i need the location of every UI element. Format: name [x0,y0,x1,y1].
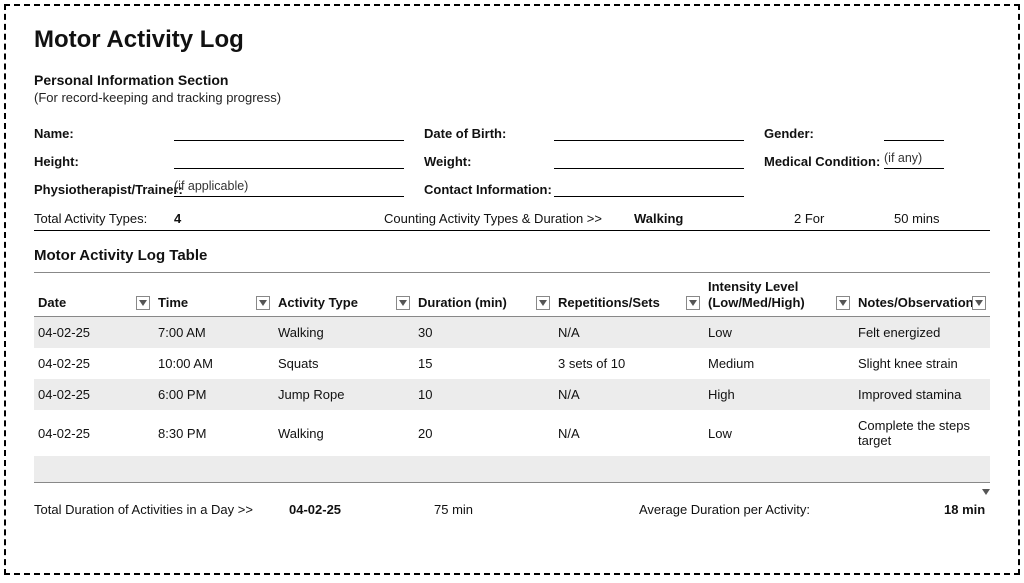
cell-intensity: Low [704,410,854,456]
cell-type: Walking [274,317,414,349]
personal-section-title: Personal Information Section [34,72,990,88]
name-field[interactable] [174,123,404,141]
total-types-value: 4 [174,211,384,226]
cell-notes: Slight knee strain [854,348,990,379]
contact-label: Contact Information: [424,182,554,197]
summary-activity-name: Walking [634,211,794,226]
cell-time: 6:00 PM [154,379,274,410]
total-duration-date: 04-02-25 [289,502,434,517]
height-field[interactable] [174,151,404,169]
avg-duration-label: Average Duration per Activity: [639,502,944,517]
filter-button-duration[interactable] [536,296,550,310]
counting-label: Counting Activity Types & Duration >> [384,211,634,226]
summary-activity-count: 2 For [794,211,894,226]
contact-field[interactable] [554,179,744,197]
cell-notes: Complete the steps target [854,410,990,456]
gender-field[interactable] [884,123,944,141]
cell-reps: N/A [554,410,704,456]
table-section-title: Motor Activity Log Table [34,247,990,264]
filter-button-type[interactable] [396,296,410,310]
cell-time: 7:00 AM [154,317,274,349]
cell-type: Walking [274,410,414,456]
activity-log-table: Date Time Activity Type Duration (min) R… [34,272,990,482]
cell-notes: Felt energized [854,317,990,349]
personal-info-grid: Name: Date of Birth: Gender: Height: Wei… [34,123,990,197]
table-row: 04-02-25 10:00 AM Squats 15 3 sets of 10… [34,348,990,379]
total-duration-value: 75 min [434,502,639,517]
page-title: Motor Activity Log [34,26,990,54]
filter-button-notes[interactable] [972,296,986,310]
cell-date: 04-02-25 [34,379,154,410]
table-row: 04-02-25 8:30 PM Walking 20 N/A Low Comp… [34,410,990,456]
cell-reps: 3 sets of 10 [554,348,704,379]
cell-intensity: Medium [704,348,854,379]
summary-activity-duration: 50 mins [894,211,940,226]
filter-button-time[interactable] [256,296,270,310]
col-date: Date [34,273,154,317]
weight-label: Weight: [424,154,554,169]
cell-duration: 15 [414,348,554,379]
table-row-blank [34,456,990,482]
col-intensity: Intensity Level (Low/Med/High) [704,273,854,317]
col-type: Activity Type [274,273,414,317]
total-duration-label: Total Duration of Activities in a Day >> [34,502,289,517]
col-reps: Repetitions/Sets [554,273,704,317]
document-page: Motor Activity Log Personal Information … [4,4,1020,575]
physio-label: Physiotherapist/Trainer: [34,182,174,197]
cell-duration: 20 [414,410,554,456]
filter-button-intensity[interactable] [836,296,850,310]
cell-date: 04-02-25 [34,410,154,456]
cell-duration: 30 [414,317,554,349]
weight-field[interactable] [554,151,744,169]
col-notes: Notes/Observations [854,273,990,317]
height-label: Height: [34,154,174,169]
filter-button-reps[interactable] [686,296,700,310]
cell-date: 04-02-25 [34,348,154,379]
filter-button-date[interactable] [136,296,150,310]
cell-time: 8:30 PM [154,410,274,456]
cell-notes: Improved stamina [854,379,990,410]
col-duration: Duration (min) [414,273,554,317]
gender-label: Gender: [764,126,884,141]
col-time: Time [154,273,274,317]
table-row: 04-02-25 6:00 PM Jump Rope 10 N/A High I… [34,379,990,410]
totals-row: Total Duration of Activities in a Day >>… [34,498,990,517]
cell-type: Jump Rope [274,379,414,410]
table-end-divider [34,482,990,488]
dob-field[interactable] [554,123,744,141]
cell-date: 04-02-25 [34,317,154,349]
cell-reps: N/A [554,317,704,349]
cell-intensity: Low [704,317,854,349]
resize-handle-icon [982,483,990,498]
table-row: 04-02-25 7:00 AM Walking 30 N/A Low Felt… [34,317,990,349]
avg-duration-value: 18 min [944,502,985,517]
medcond-field[interactable]: (if any) [884,151,944,169]
dob-label: Date of Birth: [424,126,554,141]
personal-section-subtitle: (For record-keeping and tracking progres… [34,90,990,105]
cell-time: 10:00 AM [154,348,274,379]
cell-type: Squats [274,348,414,379]
summary-row: Total Activity Types: 4 Counting Activit… [34,205,990,231]
cell-reps: N/A [554,379,704,410]
table-header-row: Date Time Activity Type Duration (min) R… [34,273,990,317]
cell-duration: 10 [414,379,554,410]
physio-field[interactable]: (if applicable) [174,179,404,197]
total-types-label: Total Activity Types: [34,211,174,226]
name-label: Name: [34,126,174,141]
medcond-label: Medical Condition: [764,154,884,169]
cell-intensity: High [704,379,854,410]
